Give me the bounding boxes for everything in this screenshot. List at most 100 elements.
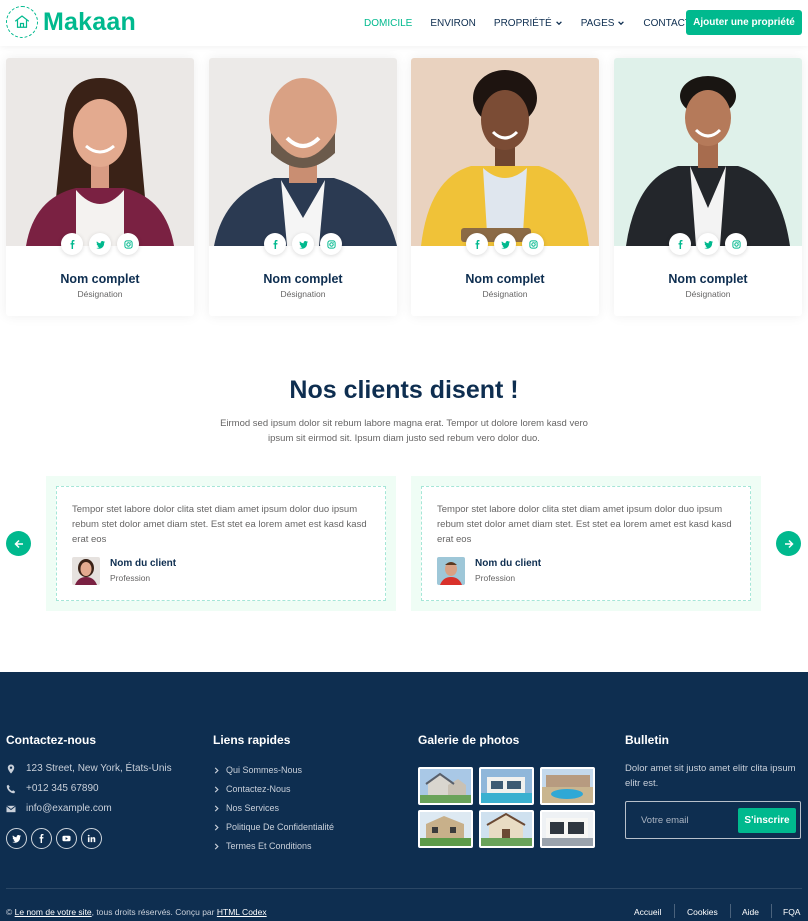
- team-member-card: Nom complet Désignation: [6, 58, 194, 316]
- gallery-photo[interactable]: [540, 810, 595, 848]
- facebook-icon[interactable]: [31, 828, 52, 849]
- member-designation: Désignation: [280, 289, 326, 299]
- instagram-icon[interactable]: [725, 233, 747, 255]
- nav-item-propriete[interactable]: Propriété: [494, 18, 563, 29]
- footer-link-label: Nos Services: [226, 803, 280, 813]
- facebook-icon[interactable]: [61, 233, 83, 255]
- footer-menu-accueil[interactable]: Accueil: [634, 907, 661, 917]
- nav-item-environ[interactable]: Environ: [430, 18, 476, 29]
- footer-link-label: Contactez-Nous: [226, 784, 291, 794]
- nav-label: Propriété: [493, 17, 552, 29]
- subscribe-button[interactable]: S'inscrire: [738, 808, 796, 833]
- footer-link-contact[interactable]: Contactez-Nous: [213, 784, 291, 794]
- footer-menu-separator: [730, 904, 731, 918]
- testimonial-inner: Tempor stet labore dolor clita stet diam…: [421, 486, 751, 601]
- client-profession: Profession: [110, 573, 151, 583]
- gallery-photo[interactable]: [540, 767, 595, 805]
- contact-email: info@example.com: [6, 803, 112, 814]
- testimonial-card: Tempor stet labore dolor clita stet diam…: [411, 476, 761, 611]
- footer-menu-fqa[interactable]: FQA: [783, 907, 800, 917]
- twitter-icon[interactable]: [89, 233, 111, 255]
- member-socials: [614, 233, 802, 255]
- designer-link[interactable]: HTML Codex: [217, 907, 267, 917]
- gallery-photo[interactable]: [479, 810, 534, 848]
- phone-icon: [6, 784, 16, 793]
- youtube-icon[interactable]: [56, 828, 77, 849]
- team-member-photo: [209, 58, 397, 246]
- house-icon: [6, 6, 38, 38]
- client-name: Nom du client: [110, 558, 177, 569]
- footer-link-services[interactable]: Nos Services: [213, 803, 279, 813]
- facebook-icon[interactable]: [466, 233, 488, 255]
- newsletter-form: S'inscrire: [625, 801, 801, 839]
- newsletter-email-input[interactable]: [627, 803, 737, 837]
- footer-links-title: Liens rapides: [213, 733, 291, 747]
- navbar: Makaan Domicile Environ Propriété Pages …: [0, 0, 808, 46]
- footer-menu-aide[interactable]: Aide: [742, 907, 759, 917]
- member-name: Nom complet: [668, 272, 748, 286]
- nav-label: Pages: [580, 17, 615, 29]
- testimonial-text: Tempor stet labore dolor clita stet diam…: [437, 504, 732, 545]
- client-avatar: [72, 557, 100, 585]
- nav-item-contact[interactable]: Contact: [643, 18, 691, 29]
- client-avatar: [437, 557, 465, 585]
- footer-menu-separator: [674, 904, 675, 918]
- footer-gallery-title: Galerie de photos: [418, 733, 520, 747]
- gallery-photo[interactable]: [418, 810, 473, 848]
- member-socials: [209, 233, 397, 255]
- twitter-icon[interactable]: [292, 233, 314, 255]
- footer-link-label: Termes Et Conditions: [226, 841, 312, 851]
- copyright: © Le nom de votre site, tous droits rése…: [6, 907, 267, 917]
- brand-logo[interactable]: Makaan: [6, 6, 136, 38]
- add-property-button[interactable]: Ajouter une propriété: [686, 10, 802, 35]
- linkedin-icon[interactable]: [81, 828, 102, 849]
- carousel-next-button[interactable]: [776, 531, 801, 556]
- footer-link-label: Politique De Confidentialité: [226, 822, 335, 832]
- carousel-prev-button[interactable]: [6, 531, 31, 556]
- team-member-photo: [614, 58, 802, 246]
- chevron-right-icon: [214, 823, 219, 831]
- map-marker-icon: [7, 764, 15, 773]
- member-name: Nom complet: [263, 272, 343, 286]
- member-designation: Désignation: [482, 289, 528, 299]
- footer-link-label: Qui Sommes-Nous: [226, 765, 303, 775]
- instagram-icon[interactable]: [117, 233, 139, 255]
- member-name: Nom complet: [465, 272, 545, 286]
- facebook-icon[interactable]: [669, 233, 691, 255]
- nav-label: Environ: [430, 17, 476, 29]
- gallery-photo[interactable]: [479, 767, 534, 805]
- copyright-symbol: ©: [6, 907, 13, 917]
- chevron-right-icon: [214, 842, 219, 850]
- footer-divider: [6, 888, 802, 889]
- gallery-photo[interactable]: [418, 767, 473, 805]
- member-socials: [6, 233, 194, 255]
- footer-link-privacy[interactable]: Politique De Confidentialité: [213, 822, 334, 832]
- footer-link-about[interactable]: Qui Sommes-Nous: [213, 765, 302, 775]
- site-name-link[interactable]: Le nom de votre site: [15, 907, 92, 917]
- footer-menu-separator: [771, 904, 772, 918]
- newsletter-text: Dolor amet sit justo amet elitr clita ip…: [625, 763, 796, 789]
- twitter-icon[interactable]: [697, 233, 719, 255]
- contact-phone: +012 345 67890: [6, 783, 99, 794]
- chevron-down-icon: [618, 21, 625, 26]
- footer-link-terms[interactable]: Termes Et Conditions: [213, 841, 312, 851]
- member-designation: Désignation: [685, 289, 731, 299]
- team-member-photo: [411, 58, 599, 246]
- client-profession: Profession: [475, 573, 516, 583]
- twitter-icon[interactable]: [6, 828, 27, 849]
- testimonial-inner: Tempor stet labore dolor clita stet diam…: [56, 486, 386, 601]
- facebook-icon[interactable]: [264, 233, 286, 255]
- nav-item-domicile[interactable]: Domicile: [364, 18, 412, 29]
- instagram-icon[interactable]: [522, 233, 544, 255]
- copyright-text: , tous droits réservés. Conçu par: [91, 907, 215, 917]
- team-member-card: Nom complet Désignation: [411, 58, 599, 316]
- footer-menu-cookies[interactable]: Cookies: [687, 907, 718, 917]
- footer: Contactez-nous 123 Street, New York, Éta…: [0, 672, 808, 921]
- instagram-icon[interactable]: [320, 233, 342, 255]
- arrow-left-icon: [13, 539, 23, 548]
- footer-newsletter-title: Bulletin: [625, 733, 669, 747]
- nav-label: Contact: [643, 17, 692, 29]
- chevron-right-icon: [214, 785, 219, 793]
- twitter-icon[interactable]: [494, 233, 516, 255]
- nav-item-pages[interactable]: Pages: [581, 18, 626, 29]
